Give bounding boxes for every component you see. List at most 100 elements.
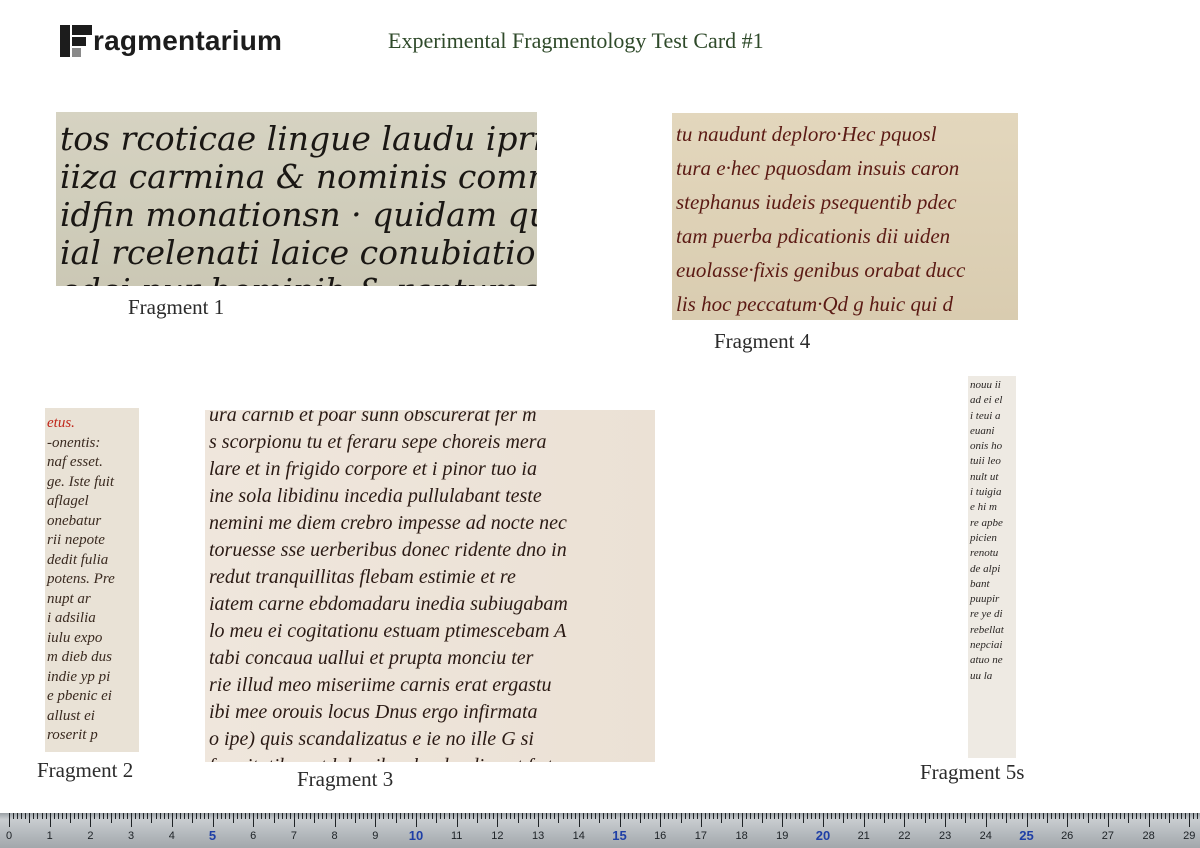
ruler-tick: [1140, 813, 1142, 819]
ruler-tick: [167, 813, 169, 819]
manuscript-line: stephanus iudeis psequentib pdec: [676, 190, 957, 214]
ruler-tick: [717, 813, 719, 819]
ruler-tick: [363, 813, 365, 819]
ruler-tick: [302, 813, 304, 819]
manuscript-line: bant: [970, 577, 990, 590]
ruler-tick: [497, 813, 499, 827]
ruler-tick: [998, 813, 999, 819]
ruler-tick: [25, 813, 27, 819]
ruler-tick: [281, 813, 283, 819]
ruler-tick: [477, 813, 479, 823]
ruler-tick: [631, 813, 633, 819]
ruler-tick: [595, 813, 597, 819]
ruler-tick: [843, 813, 845, 823]
ruler-tick: [452, 813, 454, 819]
ruler-tick: [285, 813, 287, 819]
manuscript-line: ial rcelenati laice conubiatio: [60, 233, 536, 272]
ruler-tick: [839, 813, 841, 819]
ruler-tick: [501, 813, 503, 819]
ruler-tick: [45, 813, 47, 819]
ruler-tick: [57, 813, 59, 819]
manuscript-line: tos rcoticae lingue laudu iprius: [60, 119, 537, 158]
ruler-tick: [127, 813, 129, 819]
ruler-tick: [371, 813, 373, 819]
ruler-tick: [179, 813, 181, 819]
ruler-tick: [456, 813, 458, 827]
ruler-tick: [387, 813, 389, 819]
ruler-tick: [485, 813, 487, 819]
fragmentarium-logo: ragmentarium: [60, 24, 282, 58]
manuscript-line: i teui a: [970, 409, 1001, 422]
manuscript-line: re apbe: [970, 516, 1003, 529]
ruler-tick: [871, 813, 873, 819]
manuscript-line: puupir: [970, 593, 1000, 606]
ruler-tick: [529, 813, 531, 819]
ruler-tick: [896, 813, 898, 819]
ruler-tick: [570, 813, 572, 819]
ruler-tick: [204, 813, 206, 819]
ruler-tick: [757, 813, 759, 819]
ruler-tick: [110, 813, 112, 823]
fragment-2-image: etus. -onentis: naf esset. ge. Iste fuit afl…: [45, 408, 139, 752]
ruler-tick: [949, 813, 951, 819]
ruler-tick: [505, 813, 507, 819]
ruler-tick: [70, 813, 72, 823]
ruler-tick: [623, 813, 625, 819]
ruler-label: 18: [735, 830, 748, 842]
manuscript-line: edei nur hominih & rantuma ntu: [60, 272, 537, 287]
ruler-tick: [1091, 813, 1093, 819]
ruler-tick: [1144, 813, 1146, 819]
ruler-tick: [550, 813, 552, 819]
ruler-tick: [985, 813, 987, 827]
ruler-tick: [1071, 813, 1073, 819]
ruler-tick: [1124, 813, 1126, 819]
manuscript-line: dedit fulia: [47, 551, 109, 568]
ruler-tick: [538, 813, 540, 827]
ruler-tick: [509, 813, 511, 819]
ruler-tick: [131, 813, 133, 827]
fragment-2-caption: Fragment 2: [37, 758, 134, 782]
ruler-tick: [1087, 813, 1089, 823]
manuscript-line: rebellat: [970, 623, 1004, 636]
ruler-tick: [647, 813, 649, 819]
manuscript-line: tura e·hec pquosdam insuis caron: [676, 156, 960, 180]
ruler-tick: [1002, 813, 1004, 819]
ruler-tick: [835, 813, 837, 819]
ruler-tick: [961, 813, 963, 819]
ruler-tick: [249, 813, 251, 819]
manuscript-line: -onentis:: [47, 434, 101, 451]
ruler-tick: [582, 813, 584, 819]
ruler-tick: [1197, 813, 1199, 819]
ruler-tick: [1107, 813, 1109, 827]
ruler-tick: [696, 813, 698, 819]
manuscript-line: ad ei el: [970, 394, 1003, 407]
ruler-label: 16: [654, 830, 667, 842]
ruler-tick: [863, 813, 865, 827]
measurement-ruler: 0 1 2 3 4 5 6 7 8 9 10 11 12 13 14 15 16 17 18 19 20 21 22 23 24…: [0, 813, 1200, 848]
ruler-tick: [810, 813, 812, 819]
manuscript-line: iulu expo: [47, 629, 103, 646]
ruler-tick: [1014, 813, 1016, 819]
ruler-tick: [558, 813, 560, 823]
ruler-label: 2: [87, 830, 94, 842]
manuscript-line: s scorpionu tu et feraru sepe choreis me…: [209, 431, 547, 453]
fragment-3-image: ura carnib et poar sunn obscurerat fer m…: [205, 410, 655, 762]
manuscript-line: ine sola libidinu incedia pullulabant te…: [209, 485, 542, 507]
fragment-5s-caption: Fragment 5s: [920, 760, 1025, 784]
manuscript-line: tabi concaua uallui et prupta monciu ter: [209, 647, 534, 669]
ruler-tick: [737, 813, 739, 819]
ruler-tick: [228, 813, 230, 819]
ruler-tick: [383, 813, 385, 819]
ruler-tick: [660, 813, 662, 827]
manuscript-line: e hi m: [970, 501, 997, 514]
ruler-label: 24: [979, 830, 992, 842]
ruler-tick: [892, 813, 894, 819]
ruler-label: 5: [208, 828, 217, 843]
manuscript-line: nepciai: [970, 639, 1003, 652]
ruler-tick: [403, 813, 405, 819]
manuscript-line: onebatur: [47, 512, 102, 529]
ruler-tick: [367, 813, 369, 819]
manuscript-line: rii nepote: [47, 532, 105, 548]
manuscript-line: e pbenic ei: [47, 688, 112, 704]
ruler-tick: [306, 813, 308, 819]
